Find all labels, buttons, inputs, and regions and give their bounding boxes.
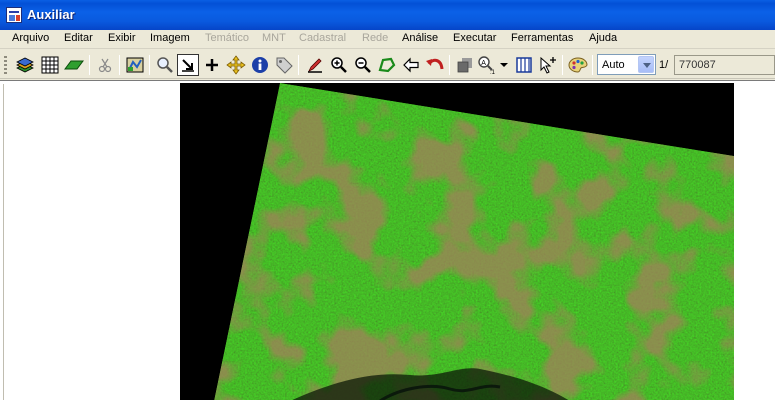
app-icon — [6, 7, 22, 23]
grid-icon[interactable] — [39, 54, 61, 76]
layers-icon[interactable] — [14, 54, 36, 76]
scale-prefix-label: 1/ — [659, 59, 669, 71]
window-title: Auxiliar — [27, 7, 75, 22]
menu-exibir[interactable]: Exibir — [108, 32, 136, 44]
title-bar[interactable]: Auxiliar — [0, 0, 775, 30]
back-arrow-icon[interactable] — [400, 54, 422, 76]
pencil-icon[interactable] — [304, 54, 326, 76]
scale-tool-dropdown-icon[interactable] — [499, 54, 509, 76]
menu-editar[interactable]: Editar — [64, 32, 93, 44]
menu-tematico[interactable]: Temático — [205, 32, 249, 44]
zoom-out-icon[interactable] — [352, 54, 374, 76]
polygon-icon[interactable] — [376, 54, 398, 76]
svg-text::1: :1 — [490, 70, 496, 75]
undo-icon[interactable] — [424, 54, 446, 76]
cursor-plus-icon[interactable] — [537, 54, 559, 76]
layers-panel[interactable] — [3, 84, 180, 400]
palette-icon[interactable] — [567, 54, 589, 76]
scale-input[interactable]: 770087 — [674, 55, 775, 75]
menu-ferramentas[interactable]: Ferramentas — [511, 32, 573, 44]
scale-select[interactable]: Auto — [597, 54, 656, 75]
info-icon[interactable] — [249, 54, 271, 76]
select-arrow-icon[interactable] — [177, 54, 199, 76]
menu-bar: Arquivo Editar Exibir Imagem Temático MN… — [0, 30, 775, 49]
zoom-in-icon[interactable] — [328, 54, 350, 76]
scale-select-value: Auto — [602, 59, 625, 71]
menu-analise[interactable]: Análise — [402, 32, 438, 44]
scale-tool-icon[interactable]: A :1 — [477, 54, 499, 76]
toolbar-grip[interactable] — [4, 56, 7, 74]
crosshair-icon[interactable] — [201, 54, 223, 76]
right-margin — [734, 83, 775, 400]
menu-ajuda[interactable]: Ajuda — [589, 32, 617, 44]
pan-icon[interactable] — [225, 54, 247, 76]
satellite-image — [180, 83, 734, 400]
scissors-icon[interactable] — [94, 54, 116, 76]
overlay-icon[interactable] — [454, 54, 476, 76]
tag-icon[interactable] — [273, 54, 295, 76]
content-area — [0, 80, 775, 400]
menu-arquivo[interactable]: Arquivo — [12, 32, 49, 44]
plane-icon[interactable] — [63, 54, 85, 76]
menu-imagem[interactable]: Imagem — [150, 32, 190, 44]
map-edit-icon[interactable] — [124, 54, 146, 76]
svg-text:A: A — [481, 60, 486, 67]
magnifier-icon[interactable] — [154, 54, 176, 76]
menu-rede[interactable]: Rede — [362, 32, 388, 44]
menu-executar[interactable]: Executar — [453, 32, 496, 44]
map-canvas[interactable] — [180, 83, 734, 400]
menu-cadastral[interactable]: Cadastral — [299, 32, 346, 44]
display-icon[interactable] — [513, 54, 535, 76]
menu-mnt[interactable]: MNT — [262, 32, 286, 44]
application-window: Auxiliar Arquivo Editar Exibir Imagem Te… — [0, 0, 775, 400]
chevron-down-icon[interactable] — [638, 56, 654, 73]
